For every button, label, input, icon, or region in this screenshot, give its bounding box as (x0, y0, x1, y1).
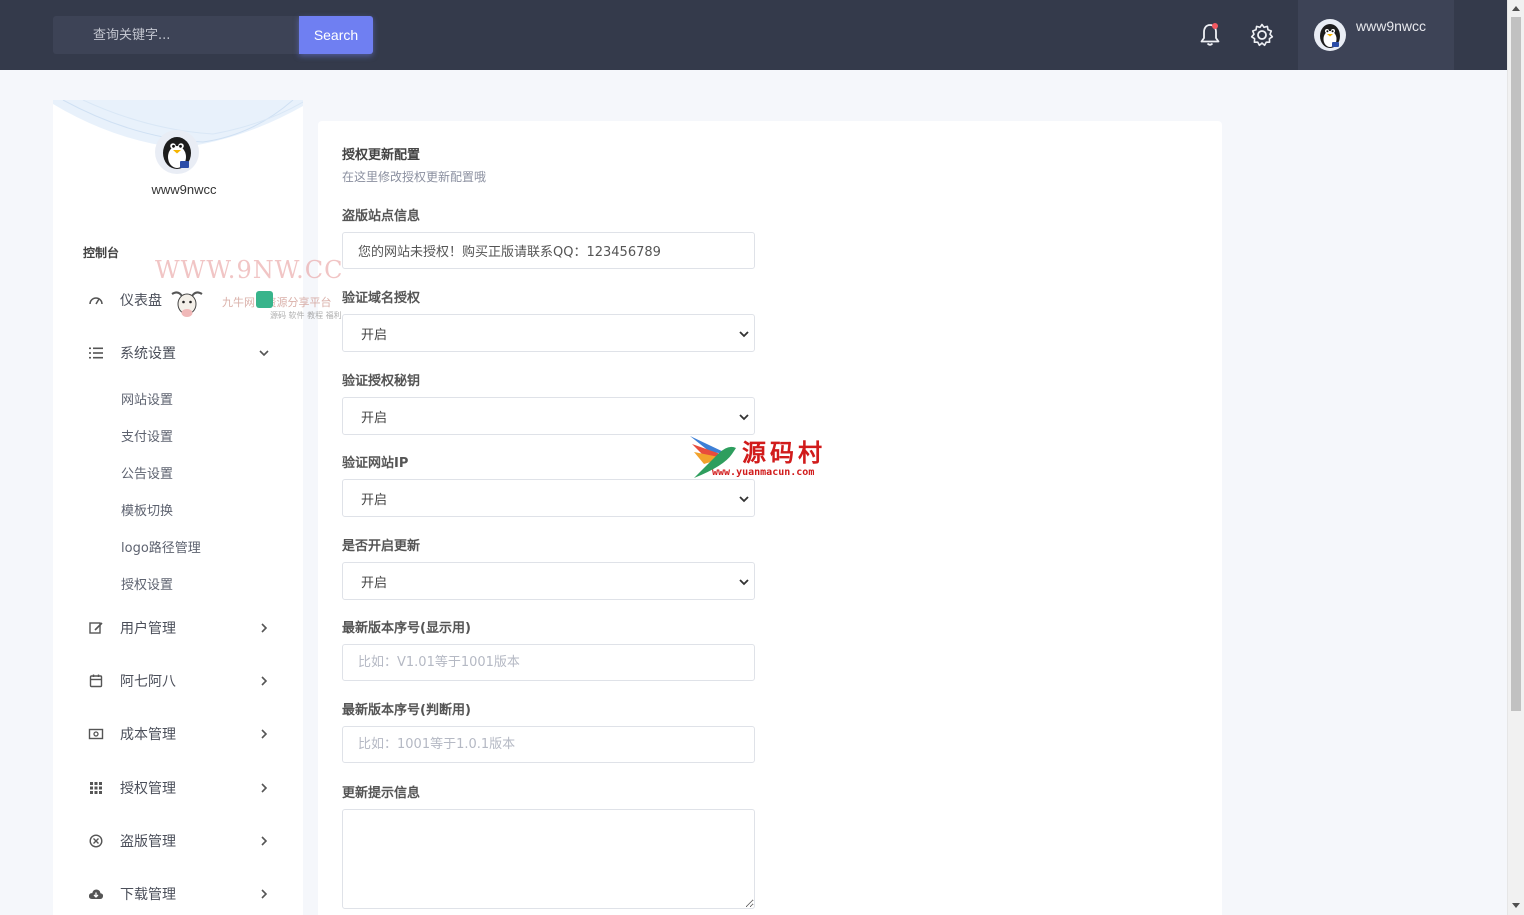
update-notice-label: 更新提示信息 (342, 786, 421, 801)
search-input[interactable] (53, 16, 299, 54)
select-value: 开启 (361, 410, 388, 426)
ip-auth-label: 验证网站IP (342, 456, 409, 471)
gauge-icon (88, 292, 104, 308)
sidebar-item-label: 成本管理 (120, 727, 176, 743)
edit-icon (88, 620, 104, 636)
site-watermark-name: 九牛网 · 资源分享平台 (222, 296, 332, 309)
sidebar-item-label: 授权管理 (120, 781, 176, 797)
sidebar-penguin-avatar-icon (155, 130, 199, 174)
chevron-down-icon (739, 331, 749, 338)
card-title: 授权更新配置 (342, 148, 421, 163)
piracy-info-input[interactable] (342, 232, 755, 269)
settings-gear-icon[interactable] (1249, 22, 1275, 48)
sidebar-item-download-management[interactable]: 下载管理 (53, 876, 303, 912)
chevron-right-icon (261, 889, 268, 899)
grid-icon (88, 780, 104, 796)
badge-logo-icon (256, 291, 273, 308)
chevron-right-icon (261, 783, 268, 793)
penguin-avatar-icon (1314, 19, 1346, 51)
chevron-right-icon (261, 836, 268, 846)
sidebar-item-license-management[interactable]: 授权管理 (53, 770, 303, 806)
sidebar-subitem-license-settings[interactable]: 授权设置 (121, 574, 173, 593)
domain-auth-select[interactable]: 开启 (342, 314, 755, 352)
site-watermark: WWW.9NW.CC (155, 256, 344, 284)
scroll-up-arrow-icon[interactable] (1512, 6, 1520, 11)
sidebar-item-label: 用户管理 (120, 621, 176, 637)
sidebar-item-label: 盗版管理 (120, 834, 176, 850)
search-button[interactable]: Search (299, 16, 373, 54)
site-watermark-tags: 源码 软件 教程 福利 (270, 311, 342, 320)
brand-watermark: 源码村 (742, 438, 826, 467)
page-scrollbar[interactable] (1507, 0, 1524, 915)
key-auth-label: 验证授权秘钥 (342, 374, 421, 389)
sidebar-item-system-settings[interactable]: 系统设置 (53, 335, 303, 371)
sidebar-item-cost-management[interactable]: 成本管理 (53, 716, 303, 752)
calendar-icon (88, 673, 104, 689)
sidebar-subitem-payment-settings[interactable]: 支付设置 (121, 426, 173, 445)
scroll-down-arrow-icon[interactable] (1512, 903, 1520, 908)
update-notice-textarea[interactable] (342, 809, 755, 909)
sidebar-section-title: 控制台 (83, 246, 120, 260)
chevron-down-icon (259, 350, 269, 357)
piracy-info-label: 盗版站点信息 (342, 209, 421, 224)
header-username: www9nwcc (1356, 18, 1427, 34)
sidebar-item-user-management[interactable]: 用户管理 (53, 610, 303, 646)
enable-update-select[interactable]: 开启 (342, 562, 755, 600)
sidebar: www9nwcc 控制台 仪表盘 系统设置 网站设置 支付设置 公告设置 模板切… (53, 100, 303, 915)
user-menu[interactable]: www9nwcc (1298, 0, 1454, 70)
brand-watermark-url: www.yuanmacun.com (712, 467, 815, 478)
enable-update-label: 是否开启更新 (342, 539, 421, 554)
chevron-right-icon (261, 623, 268, 633)
sidebar-subitem-site-settings[interactable]: 网站设置 (121, 389, 173, 408)
sidebar-username: www9nwcc (151, 182, 217, 197)
sidebar-item-label: 仪表盘 (120, 293, 162, 309)
select-value: 开启 (361, 492, 388, 508)
display-version-input[interactable] (342, 644, 755, 681)
cloud-download-icon (88, 886, 104, 902)
sidebar-subitem-template-switch[interactable]: 模板切换 (121, 500, 173, 519)
chevron-right-icon (261, 729, 268, 739)
close-circle-icon (88, 833, 104, 849)
sidebar-item-label: 下载管理 (120, 887, 176, 903)
cow-logo-icon (171, 291, 203, 317)
list-icon (88, 345, 104, 361)
search-bar: Search (53, 16, 373, 54)
sidebar-subitem-logo-path[interactable]: logo路径管理 (121, 537, 201, 556)
chevron-down-icon (739, 414, 749, 421)
money-icon (88, 726, 104, 742)
sidebar-item-label: 系统设置 (120, 346, 176, 362)
sidebar-subitem-notice-settings[interactable]: 公告设置 (121, 463, 173, 482)
sidebar-item-piracy-management[interactable]: 盗版管理 (53, 823, 303, 859)
top-bar: Search www9nwcc (0, 0, 1507, 70)
judge-version-label: 最新版本序号(判断用) (342, 703, 471, 718)
card-subtitle: 在这里修改授权更新配置哦 (342, 170, 487, 184)
chevron-down-icon (739, 496, 749, 503)
notification-bell-icon[interactable] (1197, 22, 1223, 48)
scrollbar-thumb[interactable] (1511, 17, 1521, 711)
sidebar-item-aqi-aba[interactable]: 阿七阿八 (53, 663, 303, 699)
key-auth-select[interactable]: 开启 (342, 397, 755, 435)
select-value: 开启 (361, 575, 388, 591)
chevron-down-icon (739, 579, 749, 586)
domain-auth-label: 验证域名授权 (342, 291, 421, 306)
sidebar-item-label: 阿七阿八 (120, 674, 176, 690)
judge-version-input[interactable] (342, 726, 755, 763)
ip-auth-select[interactable]: 开启 (342, 479, 755, 517)
license-update-config-card: 授权更新配置 在这里修改授权更新配置哦 盗版站点信息 验证域名授权 开启 验证授… (318, 121, 1222, 915)
select-value: 开启 (361, 327, 388, 343)
display-version-label: 最新版本序号(显示用) (342, 621, 471, 636)
chevron-right-icon (261, 676, 268, 686)
